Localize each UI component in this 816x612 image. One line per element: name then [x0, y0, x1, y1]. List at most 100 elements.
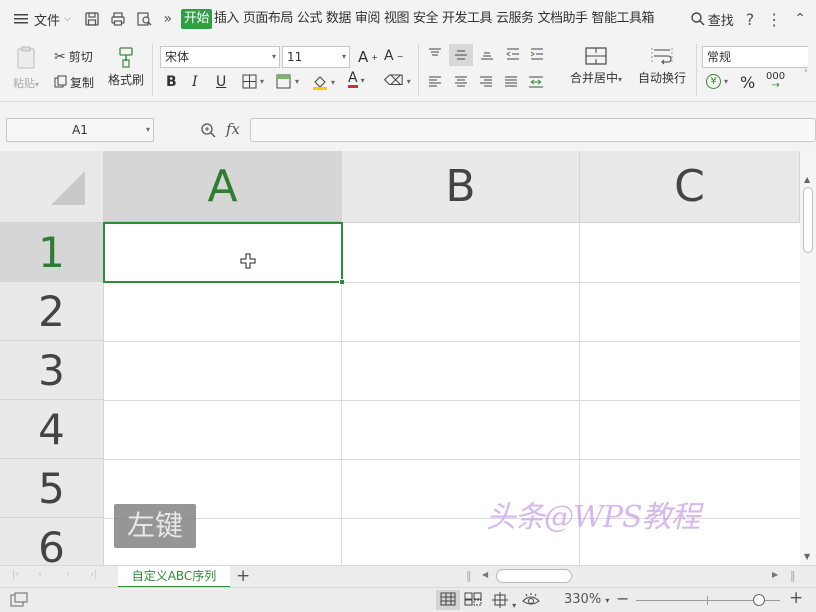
- tab-security[interactable]: 安全: [411, 9, 440, 29]
- sheet-tab-active[interactable]: 自定义ABC序列: [118, 566, 230, 588]
- normal-view-button[interactable]: [436, 590, 460, 610]
- cut-button[interactable]: ✂ 剪切: [54, 48, 93, 65]
- help-icon[interactable]: ?: [746, 10, 755, 29]
- clear-button[interactable]: ⌫ ▾: [384, 74, 411, 88]
- prev-sheet-icon[interactable]: ‹: [38, 569, 42, 580]
- tab-formulas[interactable]: 公式: [295, 9, 324, 29]
- print-icon[interactable]: [109, 10, 127, 28]
- ribbon-scroll-right[interactable]: ›: [804, 66, 808, 76]
- row-header-3[interactable]: 3: [0, 341, 104, 400]
- increase-font-button[interactable]: A +: [358, 48, 378, 66]
- font-name-select[interactable]: 宋体 ▾: [160, 46, 280, 68]
- tab-developer[interactable]: 开发工具: [440, 9, 494, 29]
- formula-input[interactable]: [250, 118, 816, 142]
- currency-button[interactable]: ¥ ▾: [706, 74, 728, 89]
- tab-insert[interactable]: 插入: [212, 9, 241, 29]
- decrease-indent-button[interactable]: [506, 48, 520, 60]
- justify-button[interactable]: [504, 76, 518, 88]
- scroll-left-icon[interactable]: ◀: [482, 570, 488, 579]
- copy-button[interactable]: 复制: [54, 74, 94, 91]
- number-format-select[interactable]: 常规: [702, 46, 808, 68]
- tab-splitter[interactable]: ‖: [466, 569, 472, 582]
- font-size-select[interactable]: 11 ▾: [282, 46, 350, 68]
- justify-icon: [505, 76, 517, 87]
- search-button[interactable]: 查找: [690, 10, 734, 29]
- align-right-button[interactable]: [479, 76, 493, 88]
- merge-center-button[interactable]: 合并居中▾: [566, 46, 626, 86]
- row-header-5[interactable]: 5: [0, 459, 104, 518]
- file-menu[interactable]: 文件 ⌵: [0, 0, 71, 38]
- row-header-1[interactable]: 1: [0, 223, 104, 282]
- zoom-level[interactable]: 330% ▾: [564, 592, 609, 607]
- distribute-button[interactable]: [528, 76, 544, 88]
- bold-button[interactable]: B: [166, 74, 177, 90]
- fill-color-button[interactable]: ▾: [312, 74, 335, 90]
- page-break-view-button[interactable]: [464, 592, 482, 610]
- last-sheet-icon[interactable]: ›|: [90, 569, 97, 580]
- increase-indent-button[interactable]: [530, 48, 544, 60]
- chevron-down-icon: ▾: [341, 52, 346, 61]
- scroll-up-icon[interactable]: ▲: [804, 175, 810, 184]
- align-middle-button[interactable]: [449, 44, 473, 66]
- tab-page-layout[interactable]: 页面布局: [241, 9, 295, 29]
- print-preview-icon[interactable]: [135, 10, 153, 28]
- tab-smart-toolbox[interactable]: 智能工具箱: [590, 9, 657, 29]
- scroll-thumb[interactable]: [803, 187, 813, 253]
- wrap-text-button[interactable]: 自动换行: [634, 46, 690, 86]
- align-center-button[interactable]: [454, 76, 468, 88]
- decrease-font-button[interactable]: A −: [384, 48, 403, 64]
- zoom-formula-icon[interactable]: [200, 122, 216, 142]
- scroll-down-icon[interactable]: ▼: [804, 552, 810, 561]
- collapse-ribbon-icon[interactable]: ⌃: [794, 11, 806, 27]
- zoom-in-button[interactable]: +: [789, 588, 803, 608]
- underline-button[interactable]: U: [216, 74, 226, 90]
- active-cell-a1[interactable]: [103, 222, 345, 285]
- format-painter-button[interactable]: 格式刷: [108, 46, 144, 94]
- align-top-button[interactable]: [428, 48, 442, 60]
- tab-view[interactable]: 视图: [382, 9, 411, 29]
- scroll-right-icon[interactable]: ▶: [772, 570, 778, 579]
- row-header-6[interactable]: 6: [0, 518, 104, 565]
- align-left-button[interactable]: [428, 76, 442, 88]
- vertical-scrollbar[interactable]: ▲ ▼: [800, 151, 816, 565]
- horizontal-scroll-thumb[interactable]: [496, 569, 572, 583]
- column-header-a[interactable]: A: [104, 151, 342, 223]
- percent-button[interactable]: %: [740, 73, 755, 92]
- macro-record-icon[interactable]: [10, 592, 28, 612]
- next-sheet-icon[interactable]: ›: [66, 569, 70, 580]
- select-all-corner[interactable]: [0, 151, 104, 223]
- column-header-b[interactable]: B: [342, 151, 580, 223]
- tab-review[interactable]: 审阅: [353, 9, 382, 29]
- tab-data[interactable]: 数据: [324, 9, 353, 29]
- tab-start[interactable]: 开始: [180, 9, 212, 29]
- tab-doc-assistant[interactable]: 文档助手: [536, 9, 590, 29]
- save-icon[interactable]: [83, 10, 101, 28]
- reading-view-button[interactable]: ▾: [492, 592, 516, 612]
- more-options-icon[interactable]: ⋮: [766, 10, 782, 29]
- select-all-triangle-icon: [51, 171, 85, 205]
- insert-function-button[interactable]: fx: [226, 120, 240, 138]
- cell-style-button[interactable]: ▾: [276, 74, 299, 89]
- column-header-c[interactable]: C: [580, 151, 800, 223]
- name-box[interactable]: A1 ▾: [6, 118, 154, 142]
- eye-protection-button[interactable]: [522, 592, 540, 612]
- fill-handle[interactable]: [339, 279, 345, 285]
- border-button[interactable]: ▾: [242, 74, 264, 89]
- font-color-button[interactable]: A ▾: [348, 71, 365, 88]
- row-header-2[interactable]: 2: [0, 282, 104, 341]
- zoom-out-button[interactable]: −: [616, 589, 629, 608]
- paste-button[interactable]: 粘贴▾: [8, 46, 44, 94]
- tab-cloud[interactable]: 云服务: [494, 9, 536, 29]
- italic-button[interactable]: I: [192, 74, 198, 90]
- formula-bar: A1 ▾ fx: [0, 116, 816, 146]
- more-chevron-icon[interactable]: »: [159, 10, 177, 28]
- add-sheet-button[interactable]: +: [236, 566, 250, 586]
- thousands-button[interactable]: 000 →: [766, 72, 785, 91]
- zoom-value: 330%: [564, 592, 602, 607]
- row-header-4[interactable]: 4: [0, 400, 104, 459]
- zoom-slider-knob[interactable]: [753, 594, 765, 606]
- first-sheet-icon[interactable]: |‹: [12, 569, 19, 580]
- align-bottom-button[interactable]: [480, 48, 494, 60]
- name-box-value: A1: [72, 123, 88, 137]
- menubar-right: 查找 ? ⋮ ⌃: [690, 0, 806, 38]
